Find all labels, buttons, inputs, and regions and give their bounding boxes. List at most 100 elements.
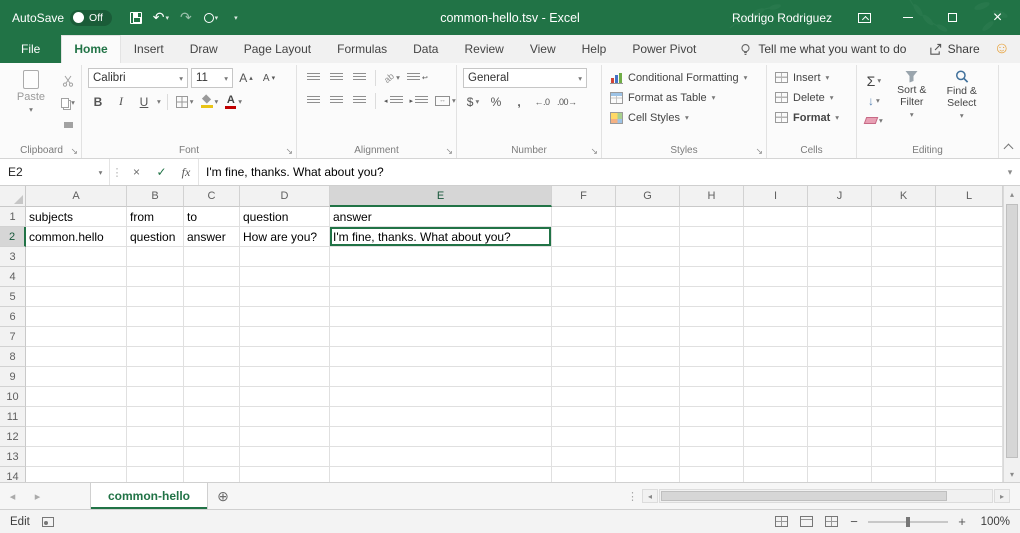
fill-button[interactable]: ↓▾ — [863, 91, 885, 110]
collapse-ribbon-icon[interactable] — [1004, 144, 1014, 154]
autosave-pill[interactable]: Off — [70, 10, 112, 26]
ribbon-tab-page-layout[interactable]: Page Layout — [231, 35, 324, 63]
copy-button[interactable]: ▾ — [58, 93, 78, 112]
cell-C5[interactable] — [184, 287, 240, 307]
cell-K10[interactable] — [872, 387, 936, 407]
cell-D8[interactable] — [240, 347, 330, 367]
cell-H11[interactable] — [680, 407, 744, 427]
cell-K14[interactable] — [872, 467, 936, 482]
cell-D13[interactable] — [240, 447, 330, 467]
cell-B3[interactable] — [127, 247, 184, 267]
align-bottom-button[interactable] — [349, 68, 369, 87]
enter-button[interactable]: ✓ — [149, 159, 174, 185]
cell-L9[interactable] — [936, 367, 1003, 387]
font-dialog-launcher[interactable]: ↘ — [285, 147, 293, 156]
cell-L10[interactable] — [936, 387, 1003, 407]
cell-E3[interactable] — [330, 247, 552, 267]
format-as-table-button[interactable]: Format as Table ▾ — [608, 88, 749, 107]
cell-D14[interactable] — [240, 467, 330, 482]
cell-E10[interactable] — [330, 387, 552, 407]
cell-C8[interactable] — [184, 347, 240, 367]
cell-K3[interactable] — [872, 247, 936, 267]
cell-E11[interactable] — [330, 407, 552, 427]
ribbon-tab-review[interactable]: Review — [451, 35, 516, 63]
cell-H13[interactable] — [680, 447, 744, 467]
cell-D9[interactable] — [240, 367, 330, 387]
increase-indent-button[interactable]: ▸ — [408, 91, 431, 110]
decrease-font-size-button[interactable]: A▾ — [259, 69, 279, 88]
cell-B4[interactable] — [127, 267, 184, 287]
cell-H1[interactable] — [680, 207, 744, 227]
cell-F7[interactable] — [552, 327, 616, 347]
cell-A3[interactable] — [26, 247, 127, 267]
cell-K1[interactable] — [872, 207, 936, 227]
cell-C14[interactable] — [184, 467, 240, 482]
cell-B6[interactable] — [127, 307, 184, 327]
cell-B5[interactable] — [127, 287, 184, 307]
cell-H5[interactable] — [680, 287, 744, 307]
italic-button[interactable]: I — [111, 92, 131, 111]
cell-C3[interactable] — [184, 247, 240, 267]
font-size-combo[interactable]: 11 ▾ — [191, 68, 233, 88]
sheet-nav-left[interactable]: ◂ — [0, 483, 25, 509]
row-header-6[interactable]: 6 — [0, 307, 26, 327]
cell-D12[interactable] — [240, 427, 330, 447]
cell-H10[interactable] — [680, 387, 744, 407]
share-button[interactable]: Share — [929, 42, 980, 56]
cell-B11[interactable] — [127, 407, 184, 427]
ribbon-tab-view[interactable]: View — [517, 35, 569, 63]
cell-I12[interactable] — [744, 427, 808, 447]
cell-H14[interactable] — [680, 467, 744, 482]
redo-button[interactable]: ↷ — [174, 5, 198, 31]
select-all-corner[interactable] — [0, 186, 26, 207]
cell-B9[interactable] — [127, 367, 184, 387]
cell-K8[interactable] — [872, 347, 936, 367]
cell-H2[interactable] — [680, 227, 744, 247]
ribbon-tab-file[interactable]: File — [0, 35, 61, 63]
cell-J11[interactable] — [808, 407, 872, 427]
column-header-E[interactable]: E — [330, 186, 552, 207]
ribbon-tab-home[interactable]: Home — [61, 35, 120, 63]
cell-I1[interactable] — [744, 207, 808, 227]
cell-H12[interactable] — [680, 427, 744, 447]
cell-L12[interactable] — [936, 427, 1003, 447]
cell-A13[interactable] — [26, 447, 127, 467]
insert-function-button[interactable]: fx — [174, 159, 199, 185]
cell-B13[interactable] — [127, 447, 184, 467]
cell-C10[interactable] — [184, 387, 240, 407]
underline-button[interactable]: U — [134, 92, 154, 111]
align-left-button[interactable] — [303, 91, 323, 110]
cell-B2[interactable]: question — [127, 227, 184, 247]
name-box-dropdown[interactable]: ▾ — [92, 159, 110, 185]
sheet-tab-common-hello[interactable]: common-hello — [90, 483, 208, 509]
decrease-decimal-button[interactable]: .00→ — [555, 92, 579, 111]
column-header-A[interactable]: A — [26, 186, 127, 207]
cut-button[interactable] — [58, 71, 78, 90]
zoom-slider[interactable] — [868, 521, 948, 523]
cell-A7[interactable] — [26, 327, 127, 347]
cell-G5[interactable] — [616, 287, 680, 307]
cell-F11[interactable] — [552, 407, 616, 427]
cell-F5[interactable] — [552, 287, 616, 307]
column-header-B[interactable]: B — [127, 186, 184, 207]
conditional-formatting-button[interactable]: Conditional Formatting ▾ — [608, 68, 749, 87]
insert-cells-button[interactable]: Insert ▾ — [773, 68, 841, 87]
delete-cells-button[interactable]: Delete ▾ — [773, 88, 841, 107]
cell-K4[interactable] — [872, 267, 936, 287]
row-header-14[interactable]: 14 — [0, 467, 26, 482]
cell-styles-button[interactable]: Cell Styles ▾ — [608, 108, 749, 127]
row-header-3[interactable]: 3 — [0, 247, 26, 267]
cell-I2[interactable] — [744, 227, 808, 247]
cell-G9[interactable] — [616, 367, 680, 387]
cell-F10[interactable] — [552, 387, 616, 407]
cell-D4[interactable] — [240, 267, 330, 287]
cell-J13[interactable] — [808, 447, 872, 467]
number-format-combo[interactable]: General ▾ — [463, 68, 587, 88]
cell-F6[interactable] — [552, 307, 616, 327]
autosave-toggle[interactable]: AutoSave Off — [12, 0, 112, 35]
zoom-in-button[interactable]: + — [955, 514, 969, 529]
undo-button[interactable]: ↶▾ — [149, 5, 173, 31]
row-header-5[interactable]: 5 — [0, 287, 26, 307]
cell-G12[interactable] — [616, 427, 680, 447]
macro-record-icon[interactable] — [42, 517, 54, 527]
